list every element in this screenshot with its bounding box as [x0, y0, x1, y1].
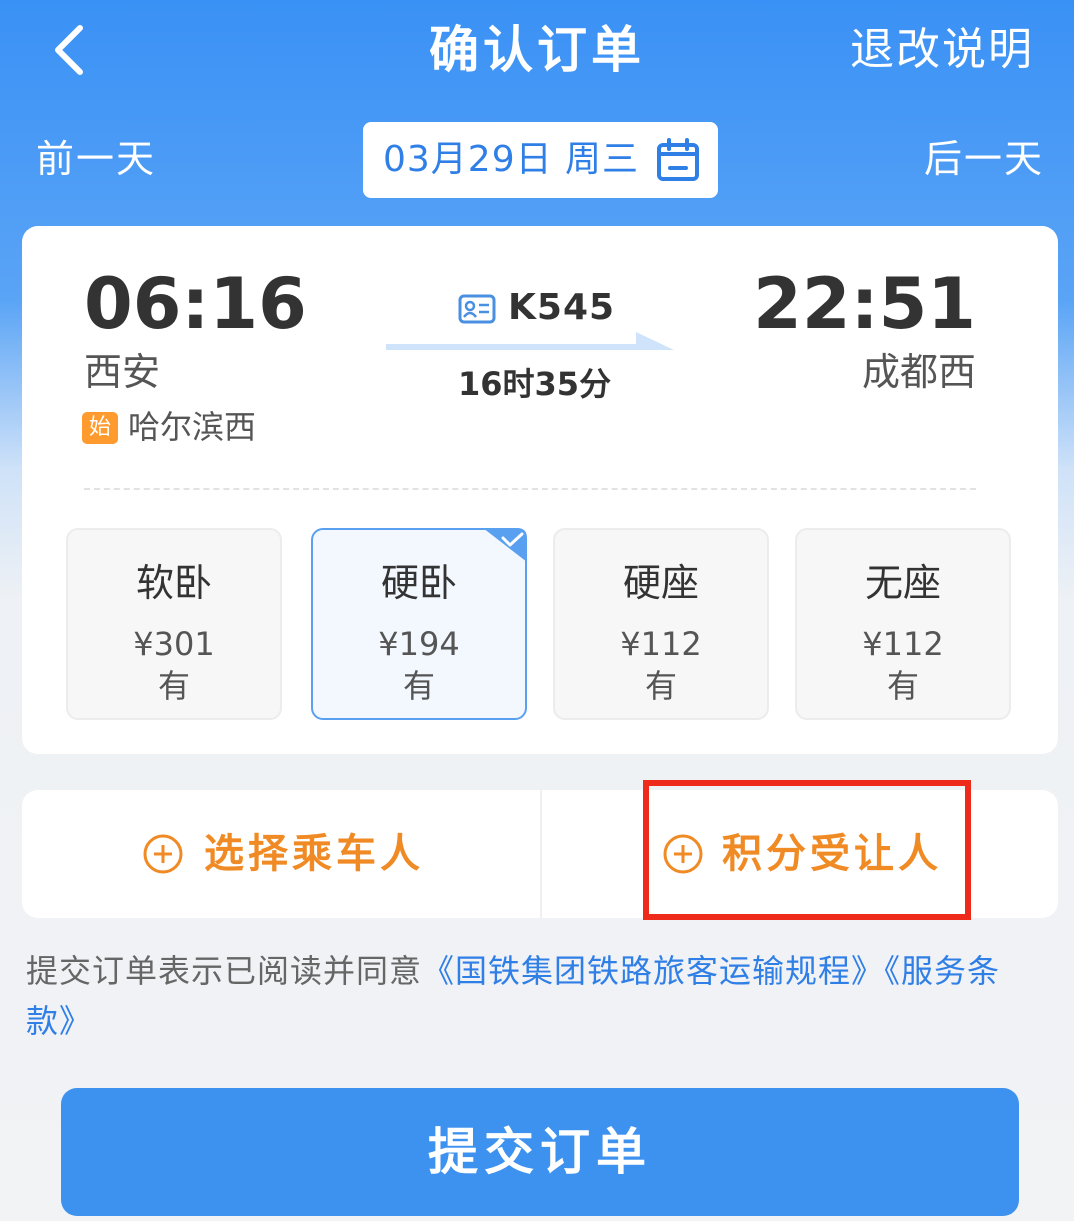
next-day-button[interactable]: 后一天: [924, 134, 1044, 184]
prev-day-button[interactable]: 前一天: [36, 134, 156, 184]
arrival-time: 22:51: [753, 263, 976, 345]
origin-station: 哈尔滨西: [128, 408, 257, 446]
railway-rules-link[interactable]: 《国铁集团铁路旅客运输规程》: [422, 952, 884, 990]
calendar-icon: [657, 138, 699, 181]
seat-availability: 有: [402, 667, 435, 705]
seat-type: 硬座: [622, 561, 699, 605]
train-number: K545: [508, 287, 616, 328]
submit-order-button[interactable]: 提交订单: [61, 1088, 1019, 1216]
seat-price: ¥112: [862, 625, 944, 663]
seat-option-hard-sleeper[interactable]: 硬卧 ¥194 有: [311, 528, 527, 720]
seat-price: ¥301: [133, 625, 215, 663]
departure-station: 西安: [84, 350, 161, 394]
refund-rules-link[interactable]: 退改说明: [850, 22, 1034, 78]
date-picker[interactable]: 03月29日 周三: [363, 122, 718, 198]
seat-availability: 有: [644, 667, 677, 705]
selected-date: 03月29日 周三: [383, 139, 640, 180]
seat-price: ¥194: [378, 625, 460, 663]
seat-type: 硬卧: [380, 561, 457, 605]
departure-time: 06:16: [84, 263, 307, 345]
terms-prefix: 提交订单表示已阅读并同意: [26, 952, 423, 990]
seat-option-hard-seat[interactable]: 硬座 ¥112 有: [553, 528, 769, 720]
train-ticket-icon: [458, 294, 496, 324]
seat-availability: 有: [886, 667, 919, 705]
dashed-divider: [84, 488, 976, 490]
seat-price: ¥112: [620, 625, 702, 663]
selected-check-icon: [483, 528, 527, 562]
train-info-card: 06:16 西安 始 哈尔滨西 K545 16时35分 22:51 成都西 软卧…: [22, 226, 1058, 754]
travel-duration: 16时35分: [458, 365, 612, 403]
seat-type: 软卧: [135, 561, 212, 605]
select-passenger-button[interactable]: 选择乘车人: [204, 826, 424, 882]
origin-badge: 始: [82, 412, 118, 444]
seat-type: 无座: [864, 561, 941, 605]
direction-arrow-icon: [386, 332, 674, 350]
seat-availability: 有: [157, 667, 190, 705]
terms-notice: 提交订单表示已阅读并同意《国铁集团铁路旅客运输规程》《服务条款》: [26, 946, 1050, 1046]
action-separator: [540, 790, 542, 918]
highlight-annotation-box: [643, 780, 971, 920]
add-circle-icon: [143, 834, 183, 874]
arrival-station: 成都西: [861, 350, 976, 394]
seat-option-no-seat[interactable]: 无座 ¥112 有: [795, 528, 1011, 720]
seat-option-soft-sleeper[interactable]: 软卧 ¥301 有: [66, 528, 282, 720]
